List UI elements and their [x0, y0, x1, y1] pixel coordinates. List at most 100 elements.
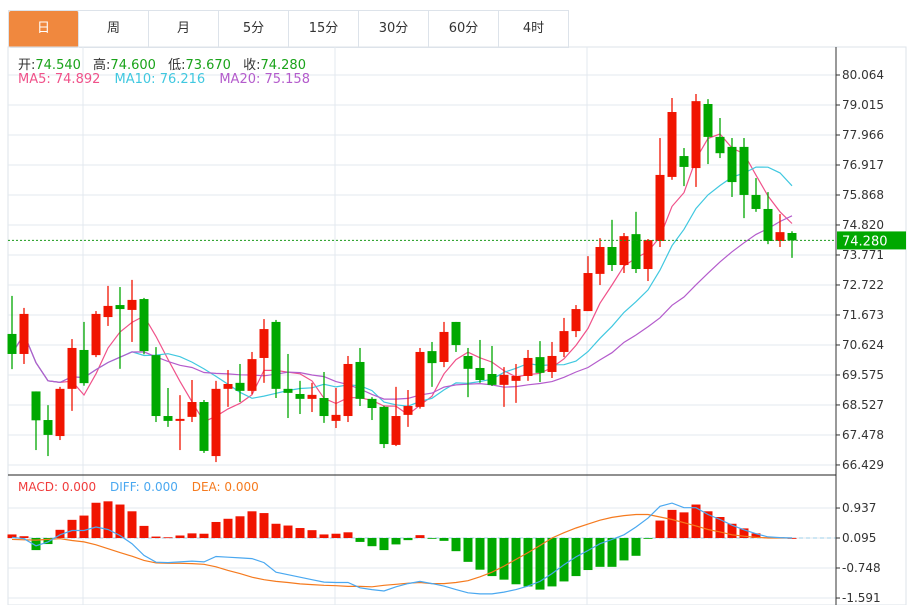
candle	[751, 178, 761, 212]
candle-body	[547, 355, 557, 372]
close-value: 74.280	[260, 58, 306, 73]
macd-bar	[667, 509, 677, 538]
candle	[415, 347, 425, 409]
candle	[79, 321, 89, 386]
current-price-label: 74.280	[842, 234, 888, 249]
candle-body	[571, 309, 581, 332]
candle-body	[79, 349, 89, 384]
candle-body	[691, 101, 701, 169]
candle-body	[631, 234, 641, 270]
candle-body	[295, 394, 305, 399]
candle	[691, 93, 701, 187]
candles	[7, 93, 797, 463]
close-label: 收:	[243, 58, 261, 73]
candle-body	[787, 232, 797, 241]
candle-body	[367, 398, 377, 409]
macd-bar	[523, 538, 533, 587]
macd-bar	[643, 538, 653, 539]
macd-bar	[583, 538, 593, 571]
price-axis-label: 70.624	[842, 338, 884, 352]
macd-panel	[7, 501, 836, 595]
candle-body	[703, 104, 713, 137]
candle	[31, 391, 41, 451]
candle	[199, 400, 209, 453]
candle	[571, 305, 581, 338]
candle	[655, 138, 665, 248]
macd-readout: MACD: 0.000 DIFF: 0.000 DEA: 0.000	[18, 480, 269, 494]
candle-body	[655, 174, 665, 241]
macd-bar	[607, 538, 617, 567]
candle	[55, 386, 65, 441]
candle-body	[67, 347, 77, 389]
candle	[391, 386, 401, 447]
price-axis-label: 67.478	[842, 428, 884, 442]
candle-body	[175, 418, 185, 421]
candle	[463, 347, 473, 398]
macd-bar	[355, 538, 365, 542]
macd-bar	[415, 535, 425, 538]
candle-body	[535, 357, 545, 373]
candle	[187, 379, 197, 423]
candle-body	[319, 398, 329, 417]
macd-bar	[655, 520, 665, 538]
macd-bar	[463, 538, 473, 562]
macd-axis-label: -0.748	[842, 561, 881, 575]
candle-body	[451, 321, 461, 346]
candle-body	[91, 313, 101, 356]
candle	[703, 99, 713, 165]
dea-value: DEA: 0.000	[191, 480, 259, 494]
price-axis-label: 72.722	[842, 278, 884, 292]
candle-body	[115, 305, 125, 310]
candle-body	[271, 321, 281, 389]
candle	[451, 321, 461, 352]
macd-axis-label: 0.095	[842, 531, 876, 545]
candle	[43, 405, 53, 457]
candle	[619, 232, 629, 274]
macd-bar	[403, 538, 413, 541]
candle-body	[715, 136, 725, 154]
candle-body	[679, 156, 689, 167]
candle-body	[211, 388, 221, 457]
macd-bar	[91, 502, 101, 538]
macd-bar	[547, 538, 557, 587]
macd-bar	[439, 538, 449, 541]
macd-bar	[295, 528, 305, 538]
candle	[595, 238, 605, 286]
candle-body	[247, 359, 257, 391]
candle	[367, 397, 377, 421]
candle	[787, 231, 797, 258]
kline-chart[interactable]: 80.064 79.015 77.966 76.917 75.868 74.820 73.7…	[0, 0, 914, 605]
macd-bar	[271, 523, 281, 538]
macd-bar	[319, 534, 329, 538]
candle-body	[667, 112, 677, 177]
price-axis-label: 71.673	[842, 308, 884, 322]
candle	[475, 339, 485, 383]
candle-body	[187, 402, 197, 417]
candle-body	[403, 406, 413, 415]
candle	[403, 390, 413, 427]
candle-body	[487, 373, 497, 385]
ma10-value: MA10: 76.216	[114, 72, 206, 87]
candle-body	[583, 273, 593, 312]
macd-bar	[307, 530, 317, 538]
high-value: 74.600	[110, 58, 156, 73]
candle	[679, 148, 689, 187]
candle	[67, 339, 77, 411]
candle-body	[19, 313, 29, 354]
macd-bar	[283, 525, 293, 538]
candle	[7, 295, 17, 370]
candle	[775, 214, 785, 248]
macd-bar	[559, 538, 569, 582]
candle	[127, 279, 137, 342]
candle-body	[739, 146, 749, 195]
macd-bar	[223, 518, 233, 538]
macd-value: MACD: 0.000	[18, 480, 97, 494]
ma-readout: MA5: 74.892 MA10: 76.216 MA20: 75.158	[18, 72, 320, 87]
macd-bar	[187, 533, 197, 538]
price-axis-label: 77.966	[842, 128, 884, 142]
macd-bar	[475, 538, 485, 570]
candle	[727, 138, 737, 197]
ma20-value: MA20: 75.158	[219, 72, 310, 87]
candle-body	[643, 240, 653, 270]
candle	[379, 405, 389, 449]
